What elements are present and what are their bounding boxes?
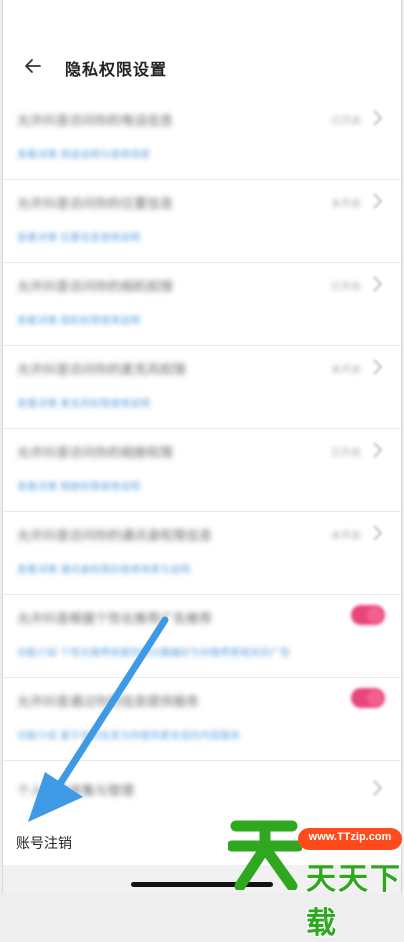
watermark-logo	[228, 820, 302, 890]
permission-row-2[interactable]: 允许抖音访问你的位置信息 查看详情 位置信息使用说明 未开启	[3, 180, 401, 263]
permission-status: 已开启	[331, 282, 361, 293]
permission-title: 允许抖音访问你的相机权限	[17, 280, 174, 295]
permission-status: 未开启	[331, 531, 361, 542]
permission-title: 允许抖音访问你的相册权限	[17, 446, 174, 461]
permission-title: 允许抖音通过你的信息提供服务	[17, 695, 200, 710]
permission-row-5[interactable]: 允许抖音访问你的相册权限 查看详情 相册权限使用说明 已开启	[3, 429, 401, 512]
permission-status: 已开启	[331, 448, 361, 459]
permission-description[interactable]: 查看详情 用途说明与使用场景	[17, 146, 150, 161]
permission-title: 允许抖音访问你的电话信息	[17, 114, 174, 129]
permission-description[interactable]: 查看详情 麦克风权限使用说明	[17, 395, 150, 410]
chevron-right-icon	[373, 193, 383, 209]
site-watermark: www.TTzip.com 天天下载	[228, 818, 404, 941]
info-service-toggle[interactable]	[351, 688, 385, 708]
personal-info-row[interactable]: 个人信息收集与管理	[3, 761, 401, 819]
permission-title: 允许抖音访问你的麦克风权限	[17, 363, 187, 378]
watermark-text: 天天下载	[306, 862, 402, 941]
permission-description[interactable]: 查看详情 位置信息使用说明	[17, 229, 140, 244]
chevron-right-icon	[373, 359, 383, 375]
permission-description[interactable]: 功能介绍 个性化推荐依据你的兴趣偏好为你推荐更相关的广告	[17, 644, 290, 659]
ad-recommendation-toggle[interactable]	[351, 605, 385, 625]
chevron-right-icon	[373, 525, 383, 541]
permission-status: 未开启	[331, 199, 361, 210]
permission-title: 允许抖音访问你的通讯录权限信息	[17, 529, 213, 544]
permission-row-4[interactable]: 允许抖音访问你的麦克风权限 查看详情 麦克风权限使用说明 未开启	[3, 346, 401, 429]
chevron-right-icon	[373, 276, 383, 292]
permission-description[interactable]: 查看详情 通讯录权限的使用场景与说明	[17, 561, 190, 576]
permission-title: 允许抖音根据个性化推荐广告推荐	[17, 612, 213, 627]
permission-list: 允许抖音访问你的电话信息 查看详情 用途说明与使用场景 已开启 允许抖音访问你的…	[3, 97, 401, 819]
permission-description[interactable]: 查看详情 相册权限使用说明	[17, 478, 140, 493]
phone-screen: 隐私权限设置 允许抖音访问你的电话信息 查看详情 用途说明与使用场景 已开启 允…	[2, 0, 402, 893]
account-deletion-label: 账号注销	[16, 836, 72, 852]
watermark-url: www.TTzip.com	[308, 831, 392, 843]
permission-row-7: 允许抖音根据个性化推荐广告推荐 功能介绍 个性化推荐依据你的兴趣偏好为你推荐更相…	[3, 595, 401, 678]
permission-row-1[interactable]: 允许抖音访问你的电话信息 查看详情 用途说明与使用场景 已开启	[3, 97, 401, 180]
permission-status: 未开启	[331, 365, 361, 376]
chevron-right-icon	[373, 110, 383, 126]
permission-title: 允许抖音访问你的位置信息	[17, 197, 174, 212]
permission-row-3[interactable]: 允许抖音访问你的相机权限 查看详情 相机权限使用说明 已开启	[3, 263, 401, 346]
permission-status: 已开启	[331, 116, 361, 127]
permission-description[interactable]: 查看详情 相机权限使用说明	[17, 312, 140, 327]
chevron-right-icon	[373, 780, 383, 796]
page-header: 隐私权限设置	[3, 0, 401, 97]
back-button[interactable]	[19, 52, 47, 80]
permission-row-6[interactable]: 允许抖音访问你的通讯录权限信息 查看详情 通讯录权限的使用场景与说明 未开启	[3, 512, 401, 595]
page-title: 隐私权限设置	[65, 60, 168, 79]
permission-row-8: 允许抖音通过你的信息提供服务 功能介绍 基于你的信息为你提供更合适的内容服务	[3, 678, 401, 761]
personal-info-title: 个人信息收集与管理	[17, 784, 135, 799]
chevron-right-icon	[373, 442, 383, 458]
permission-description[interactable]: 功能介绍 基于你的信息为你提供更合适的内容服务	[17, 727, 240, 742]
arrow-left-icon	[25, 59, 41, 73]
